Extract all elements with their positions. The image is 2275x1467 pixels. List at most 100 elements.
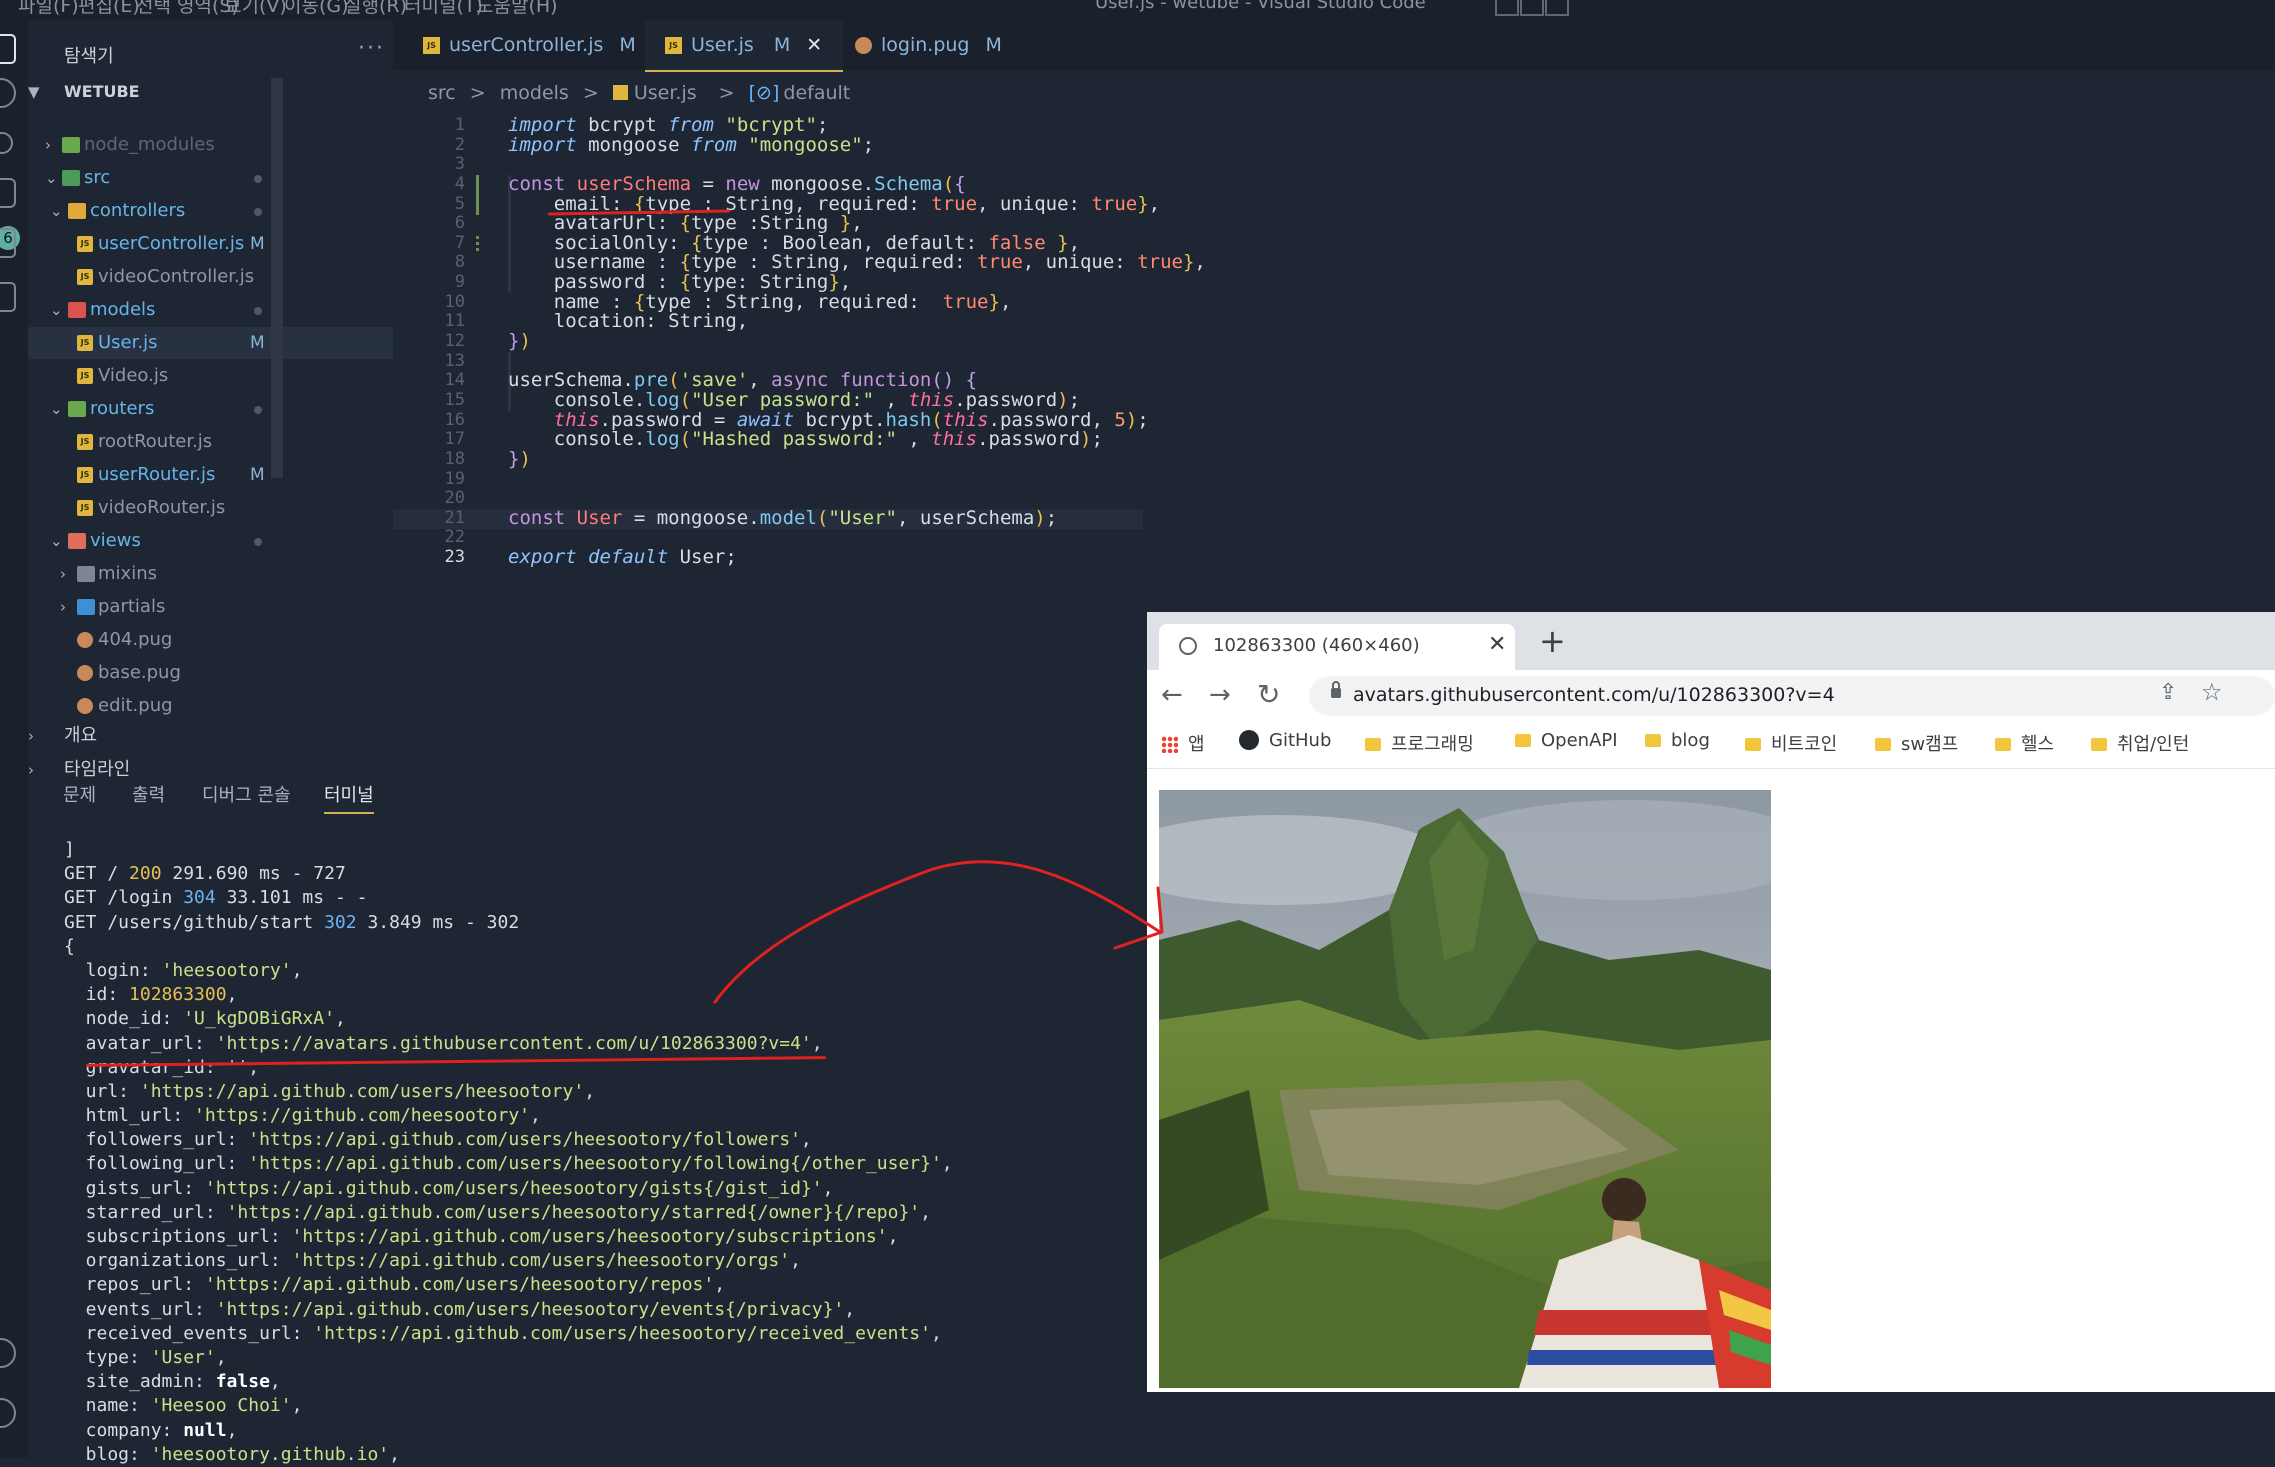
terminal-line: starred_url: 'https://api.github.com/use…: [64, 1201, 931, 1223]
bookmark-bitcoin[interactable]: 비트코인: [1745, 730, 1837, 756]
breadcrumb-src[interactable]: src: [428, 82, 456, 104]
terminal-line: events_url: 'https://api.github.com/user…: [64, 1298, 856, 1320]
line-number: 15: [444, 389, 465, 410]
line-number: 7: [454, 232, 465, 253]
back-arrow-icon[interactable]: ←: [1161, 680, 1183, 710]
menu-run[interactable]: 실행(R): [344, 0, 407, 18]
tree-item-user-js[interactable]: JS User.js M: [28, 327, 393, 359]
explorer-icon[interactable]: [0, 34, 16, 64]
tab-usercontroller[interactable]: JS userController.js M: [423, 20, 653, 70]
forward-arrow-icon[interactable]: →: [1209, 680, 1231, 710]
terminal-output[interactable]: ] GET / 200 291.690 ms - 727 GET /login 30…: [64, 838, 1144, 1467]
breadcrumb-file[interactable]: User.js: [612, 82, 705, 104]
folder-icon: [1645, 734, 1661, 747]
tree-item-node-modules[interactable]: › node_modules: [28, 129, 393, 161]
tree-item-routers[interactable]: ⌄ routers: [28, 393, 393, 425]
reload-icon[interactable]: ↻: [1257, 678, 1280, 711]
tab-debug-console[interactable]: 디버그 콘솔: [202, 781, 291, 807]
tree-item-mixins[interactable]: › mixins: [28, 558, 393, 590]
tab-login-pug[interactable]: login.pug M: [855, 20, 1055, 70]
tree-item-videorouter[interactable]: JS videoRouter.js: [28, 492, 393, 524]
menu-edit[interactable]: 편집(E): [78, 0, 140, 18]
tree-item-models[interactable]: ⌄ models: [28, 294, 393, 326]
menu-file[interactable]: 파일(F): [18, 0, 79, 18]
terminal-line: ]: [64, 839, 75, 860]
browser-tab[interactable]: 102863300 (460×460) ✕: [1159, 624, 1515, 670]
js-file-icon: JS: [77, 434, 93, 450]
tree-item-partials[interactable]: › partials: [28, 591, 393, 623]
tree-item-videocontroller[interactable]: JS videoController.js: [28, 261, 393, 293]
bookmark-health[interactable]: 헬스: [1995, 730, 2054, 756]
folder-icon: [77, 599, 95, 615]
line-number: 21: [444, 507, 465, 528]
tab-user-js[interactable]: JS User.js M ✕: [645, 20, 843, 72]
line-number: 14: [444, 370, 465, 391]
account-icon[interactable]: [0, 1338, 16, 1368]
settings-gear-icon[interactable]: [0, 1398, 16, 1428]
terminal-line: company: null,: [64, 1419, 238, 1441]
bookmark-swcamp[interactable]: sw캠프: [1875, 730, 1958, 756]
close-tab-icon[interactable]: ✕: [806, 34, 822, 56]
bookmark-programming[interactable]: 프로그래밍: [1365, 730, 1474, 756]
tab-output[interactable]: 출력: [132, 781, 165, 807]
bookmark-openapi[interactable]: OpenAPI: [1515, 730, 1618, 751]
line-number: 5: [454, 193, 465, 214]
terminal-line: avatar_url: 'https://avatars.githubuserc…: [64, 1032, 823, 1054]
tree-item-views[interactable]: ⌄ views: [28, 525, 393, 557]
tab-terminal[interactable]: 터미널: [324, 781, 374, 814]
code-editor[interactable]: import bcrypt from "bcrypt"; import mong…: [508, 115, 1206, 568]
bookmark-github[interactable]: GitHub: [1239, 730, 1331, 751]
menu-view[interactable]: 보기(V): [224, 0, 287, 18]
search-icon[interactable]: [0, 78, 16, 108]
line-number: 3: [454, 154, 465, 175]
bookmark-star-icon[interactable]: ☆: [2201, 678, 2223, 706]
terminal-line: name: 'Heesoo Choi',: [64, 1395, 303, 1417]
tree-item-usercontroller[interactable]: JS userController.js M: [28, 228, 393, 260]
outline-section[interactable]: › 개요: [28, 720, 393, 752]
close-tab-icon[interactable]: ✕: [1488, 632, 1506, 657]
terminal-line: url: 'https://api.github.com/users/heeso…: [64, 1080, 596, 1102]
menu-help[interactable]: 도움말(H): [476, 0, 558, 18]
editor-tab-bar: JS userController.js M JS User.js M ✕ logi…: [393, 20, 2275, 72]
tree-item-controllers[interactable]: ⌄ controllers: [28, 195, 393, 227]
toggle-layout-icon[interactable]: [1545, 0, 1569, 16]
extensions-icon[interactable]: [0, 228, 16, 258]
remote-explorer-icon[interactable]: [0, 282, 16, 312]
toggle-sidebar-icon[interactable]: [1495, 0, 1519, 16]
tree-item-userrouter[interactable]: JS userRouter.js M: [28, 459, 393, 491]
tree-item-video-js[interactable]: JS Video.js: [28, 360, 393, 392]
bookmark-blog[interactable]: blog: [1645, 730, 1710, 751]
share-icon[interactable]: ⇪: [2159, 680, 2177, 705]
line-number: 23: [444, 547, 465, 568]
terminal-line: id: 102863300,: [64, 984, 238, 1006]
tree-item-base-pug[interactable]: base.pug: [28, 657, 393, 689]
apps-grid-icon: [1161, 736, 1178, 753]
bookmark-jobs[interactable]: 취업/인턴: [2091, 730, 2189, 756]
toggle-panel-icon[interactable]: [1520, 0, 1544, 16]
breadcrumb-models[interactable]: models: [500, 82, 569, 104]
menu-go[interactable]: 이동(G): [284, 0, 349, 18]
terminal-line: type: 'User',: [64, 1346, 227, 1368]
tree-item-edit-pug[interactable]: edit.pug: [28, 690, 393, 722]
explorer-more-actions[interactable]: ···: [358, 36, 385, 61]
terminal-line: login: 'heesootory',: [64, 959, 303, 981]
git-gutter-modified: [476, 175, 479, 215]
menu-terminal[interactable]: 터미널(T): [404, 0, 483, 18]
tree-item-src[interactable]: ⌄ src: [28, 162, 393, 194]
workspace-root[interactable]: ▼ WETUBE: [28, 76, 393, 108]
pug-file-icon: [77, 632, 93, 648]
tab-problems[interactable]: 문제: [63, 781, 96, 807]
source-control-icon[interactable]: [0, 132, 13, 154]
machu-picchu-photo: [1159, 790, 1771, 1388]
tree-item-404-pug[interactable]: 404.pug: [28, 624, 393, 656]
address-bar[interactable]: avatars.githubusercontent.com/u/10286330…: [1309, 676, 2275, 716]
bookmark-apps[interactable]: 앱: [1161, 730, 1205, 756]
breadcrumb-symbol[interactable]: [⊘] default: [749, 82, 859, 104]
line-number: 18: [444, 448, 465, 469]
new-tab-button[interactable]: +: [1539, 622, 1566, 660]
title-bar: 파일(F) 편집(E) 선택 영역(S) 보기(V) 이동(G) 실행(R) 터…: [0, 0, 2275, 20]
explorer-scrollbar[interactable]: [271, 78, 283, 478]
run-debug-icon[interactable]: [0, 178, 16, 208]
tree-item-rootrouter[interactable]: JS rootRouter.js: [28, 426, 393, 458]
terminal-line: GET /login 304 33.101 ms - -: [64, 887, 368, 909]
